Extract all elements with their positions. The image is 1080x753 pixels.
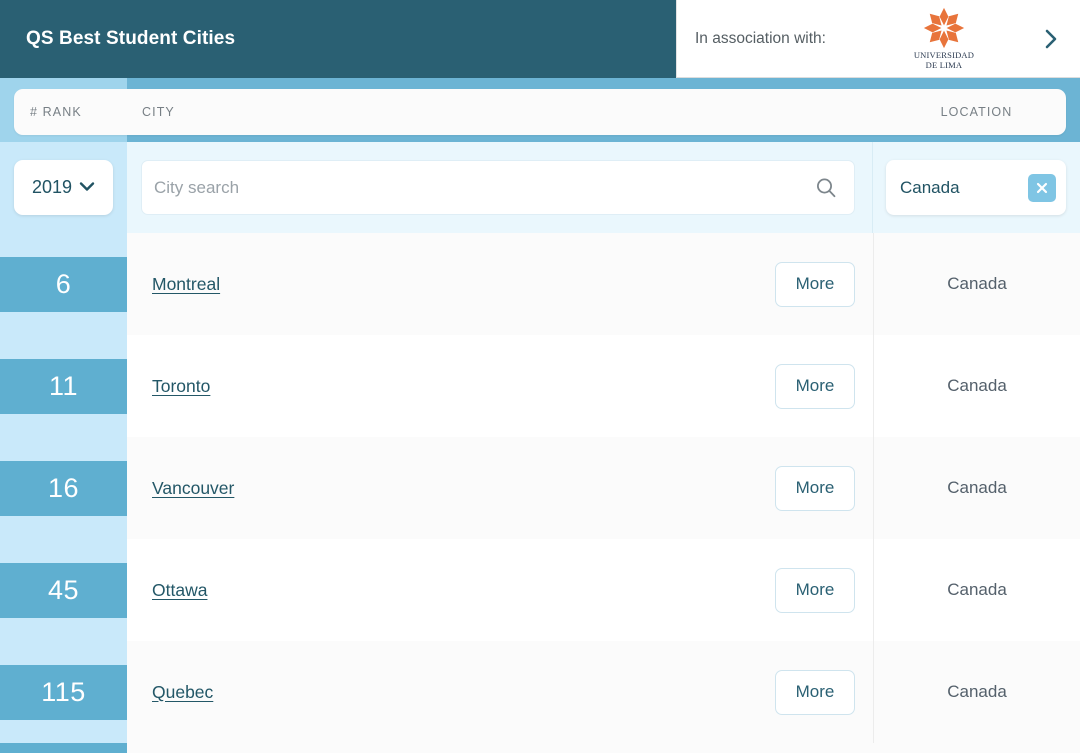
- city-search-box[interactable]: [141, 160, 855, 215]
- cell-city: Vancouver More: [127, 437, 873, 539]
- more-button[interactable]: More: [775, 567, 855, 613]
- partner-name-line2: DE LIMA: [925, 59, 963, 70]
- table-row: 16 Vancouver More Canada: [0, 437, 1080, 539]
- rank-band: 16: [0, 460, 127, 516]
- association-label: In association with:: [695, 29, 826, 47]
- partner-name-line1: UNIVERSIDAD: [913, 49, 975, 60]
- next-row-rank-band: [0, 743, 127, 753]
- close-x-icon[interactable]: [1028, 173, 1056, 202]
- cell-location: Canada: [873, 641, 1080, 743]
- rank-value: 45: [47, 574, 80, 605]
- cell-city: Montreal More: [127, 233, 873, 335]
- rank-band: 6: [0, 256, 127, 312]
- header-pill: # RANK CITY LOCATION: [14, 89, 1066, 135]
- cell-location: Canada: [873, 233, 1080, 335]
- cell-location: Canada: [873, 335, 1080, 437]
- table-body: 6 Montreal More Canada 11 Toronto More Canada 16…: [0, 233, 1080, 743]
- table-header-row: # RANK CITY LOCATION: [0, 78, 1080, 142]
- cell-rank: 45: [0, 539, 127, 641]
- year-dropdown[interactable]: 2019: [14, 160, 113, 215]
- city-link[interactable]: Montreal: [152, 274, 220, 295]
- cell-location: Canada: [873, 437, 1080, 539]
- location-filter-chip[interactable]: Canada: [886, 160, 1066, 215]
- cell-city: Ottawa More: [127, 539, 873, 641]
- partner-logo: UNIVERSIDAD DE LIMA: [896, 7, 992, 70]
- rank-band: 115: [0, 664, 127, 720]
- year-dropdown-value: 2019: [31, 177, 73, 197]
- city-link[interactable]: Vancouver: [152, 478, 234, 499]
- chevron-down-icon: [79, 179, 95, 197]
- city-link[interactable]: Ottawa: [152, 580, 207, 601]
- more-button[interactable]: More: [775, 363, 855, 409]
- table-row: 115 Quebec More Canada: [0, 641, 1080, 743]
- location-filter-value: Canada: [900, 177, 960, 197]
- eight-point-star-rosette-icon: [920, 7, 968, 49]
- city-link[interactable]: Toronto: [152, 376, 210, 397]
- more-button[interactable]: More: [775, 669, 855, 715]
- partner-name: UNIVERSIDAD DE LIMA: [913, 49, 975, 70]
- qs-best-student-cities-page: QS Best Student Cities In association wi…: [0, 0, 1080, 753]
- city-link[interactable]: Quebec: [152, 682, 213, 703]
- search-input[interactable]: [154, 177, 814, 198]
- page-header: QS Best Student Cities In association wi…: [0, 0, 1080, 78]
- table-row: 45 Ottawa More Canada: [0, 539, 1080, 641]
- rank-band: 11: [0, 358, 127, 414]
- rank-band: 45: [0, 562, 127, 618]
- next-row-partial: [0, 743, 1080, 753]
- cell-rank: 115: [0, 641, 127, 743]
- cell-rank: 6: [0, 233, 127, 335]
- association-panel: In association with: UNIVERSIDAD DE LIMA: [676, 0, 1080, 78]
- cell-rank: 16: [0, 437, 127, 539]
- rank-value: 11: [48, 370, 79, 401]
- cell-city: Quebec More: [127, 641, 873, 743]
- column-header-rank[interactable]: # RANK: [30, 89, 82, 135]
- cell-location: Canada: [873, 539, 1080, 641]
- rank-value: 115: [41, 676, 86, 707]
- rankings-table: # RANK CITY LOCATION 2019 City search Ca…: [0, 78, 1080, 753]
- table-row: 11 Toronto More Canada: [0, 335, 1080, 437]
- table-row: 6 Montreal More Canada: [0, 233, 1080, 335]
- page-title: QS Best Student Cities: [26, 28, 236, 49]
- chevron-right-icon[interactable]: [1042, 25, 1066, 53]
- more-button[interactable]: More: [775, 261, 855, 307]
- more-button[interactable]: More: [775, 465, 855, 511]
- rank-value: 6: [55, 268, 72, 299]
- brand-banner: QS Best Student Cities: [0, 0, 676, 78]
- cell-rank: 11: [0, 335, 127, 437]
- next-row-body: [127, 743, 1080, 753]
- column-header-city[interactable]: CITY: [142, 89, 175, 135]
- filter-row: 2019 Canada: [0, 142, 1080, 233]
- rank-value: 16: [47, 472, 80, 503]
- cell-city: Toronto More: [127, 335, 873, 437]
- search-icon[interactable]: [814, 176, 838, 200]
- column-header-location[interactable]: LOCATION: [887, 89, 1066, 135]
